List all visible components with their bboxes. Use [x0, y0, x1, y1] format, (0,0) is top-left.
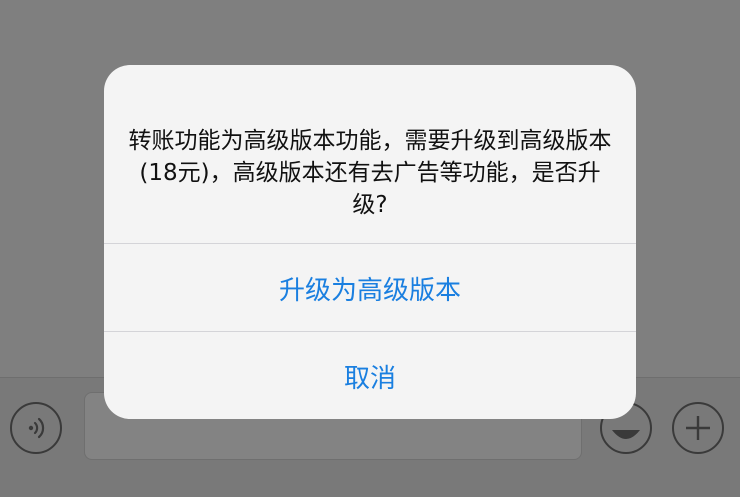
plus-icon [686, 416, 710, 440]
cancel-button[interactable]: 取消 [104, 332, 636, 419]
upgrade-alert-dialog: 转账功能为高级版本功能，需要升级到高级版本(18元)，高级版本还有去广告等功能，… [104, 65, 636, 419]
voice-icon [28, 417, 45, 439]
chat-screen: 转账功能为高级版本功能，需要升级到高级版本(18元)，高级版本还有去广告等功能，… [0, 0, 740, 497]
more-button[interactable] [672, 402, 724, 454]
voice-button[interactable] [10, 402, 62, 454]
upgrade-button[interactable]: 升级为高级版本 [104, 244, 636, 332]
alert-message: 转账功能为高级版本功能，需要升级到高级版本(18元)，高级版本还有去广告等功能，… [128, 128, 612, 218]
